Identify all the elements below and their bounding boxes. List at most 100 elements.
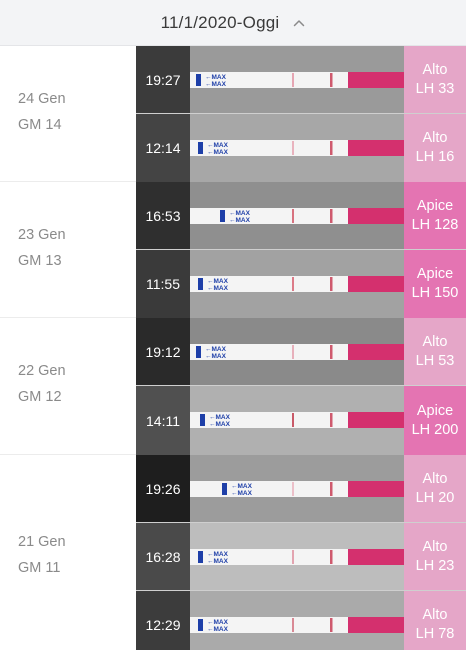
test-entry-row[interactable]: 12:14 ←MAX ←MAX Alto LH 16 — [136, 114, 466, 183]
lh-level: Alto — [422, 130, 448, 147]
lh-value: LH 33 — [415, 81, 455, 98]
test-line — [292, 345, 294, 360]
test-line — [292, 413, 294, 428]
strip-max-text: ←MAX — [207, 626, 229, 633]
test-entry-row[interactable]: 11:55 ←MAX ←MAX Apice LH 150 — [136, 250, 466, 319]
lh-level: Alto — [422, 606, 448, 623]
control-line — [330, 345, 333, 360]
lh-value: LH 200 — [411, 421, 459, 438]
test-line — [292, 481, 294, 496]
test-entry-row[interactable]: 16:53 ←MAX ←MAX Apice LH 128 — [136, 182, 466, 251]
lh-result: Alto LH 23 — [404, 522, 466, 591]
test-time: 11:55 — [136, 250, 190, 319]
day-group[interactable]: 21 Gen GM 11 19:26 ←MAX ←MAX Alto LH 20 16:28 ←M… — [0, 454, 466, 650]
date-range-header[interactable]: 11/1/2020-Oggi — [0, 0, 466, 46]
lh-value: LH 20 — [415, 489, 455, 506]
test-time: 12:29 — [136, 590, 190, 650]
test-entry-row[interactable]: 12:29 ←MAX ←MAX Alto LH 78 — [136, 590, 466, 650]
test-entry-row[interactable]: 19:27 ←MAX ←MAX Alto LH 33 — [136, 46, 466, 115]
strip-pink-handle — [348, 616, 404, 633]
test-strip-photo[interactable]: ←MAX ←MAX — [190, 522, 404, 591]
lh-value: LH 78 — [415, 625, 455, 642]
test-strip-photo[interactable]: ←MAX ←MAX — [190, 46, 404, 115]
lh-result: Alto LH 20 — [404, 454, 466, 523]
strip-pink-handle — [348, 344, 404, 361]
strip-pink-handle — [348, 276, 404, 293]
test-strip-photo[interactable]: ←MAX ←MAX — [190, 454, 404, 523]
test-strip-graphic: ←MAX←MAX — [190, 616, 404, 633]
strip-max-text: ←MAX — [207, 142, 229, 149]
strip-max-text: ←MAX — [207, 149, 229, 156]
test-time: 16:53 — [136, 182, 190, 251]
test-strip-graphic: ←MAX←MAX — [190, 140, 404, 157]
strip-blue-mark — [220, 210, 225, 223]
lh-value: LH 53 — [415, 353, 455, 370]
test-entry-row[interactable]: 16:28 ←MAX ←MAX Alto LH 23 — [136, 522, 466, 591]
lh-value: LH 23 — [415, 557, 455, 574]
test-line — [292, 209, 294, 224]
test-strip-photo[interactable]: ←MAX ←MAX — [190, 182, 404, 251]
test-strip-photo[interactable]: ←MAX ←MAX — [190, 114, 404, 183]
lh-value: LH 128 — [411, 217, 459, 234]
day-group[interactable]: 24 Gen GM 14 19:27 ←MAX ←MAX Alto LH 33 12:14 ←M… — [0, 46, 466, 183]
lh-result: Apice LH 128 — [404, 182, 466, 251]
lh-level: Apice — [416, 198, 454, 215]
test-strip-graphic: ←MAX←MAX — [190, 344, 404, 361]
test-strip-photo[interactable]: ←MAX ←MAX — [190, 318, 404, 387]
strip-pink-handle — [348, 140, 404, 157]
strip-max-text: ←MAX — [205, 81, 227, 88]
strip-max-text: ←MAX — [207, 558, 229, 565]
day-date: 21 Gen — [18, 533, 66, 550]
strip-max-text: ←MAX — [207, 278, 229, 285]
lh-value: LH 16 — [415, 149, 455, 166]
test-strip-photo[interactable]: ←MAX ←MAX — [190, 386, 404, 455]
strip-max-text: ←MAX — [205, 74, 227, 81]
lh-result: Apice LH 200 — [404, 386, 466, 455]
strip-pink-handle — [348, 208, 404, 225]
test-line — [292, 617, 294, 632]
test-strip-graphic: ←MAX←MAX — [190, 276, 404, 293]
lh-level: Alto — [422, 334, 448, 351]
test-strip-graphic: ←MAX←MAX — [190, 72, 404, 88]
control-line — [330, 73, 333, 87]
lh-level: Alto — [422, 538, 448, 555]
lh-result: Alto LH 78 — [404, 590, 466, 650]
test-line — [292, 73, 294, 87]
test-time: 19:27 — [136, 46, 190, 115]
test-entry-row[interactable]: 14:11 ←MAX ←MAX Apice LH 200 — [136, 386, 466, 455]
control-line — [330, 481, 333, 496]
date-range-label: 11/1/2020-Oggi — [160, 12, 280, 32]
day-date: 22 Gen — [18, 363, 66, 380]
day-group[interactable]: 23 Gen GM 13 16:53 ←MAX ←MAX Apice LH 128 11:55… — [0, 182, 466, 319]
strip-max-text: ←MAX — [229, 210, 251, 217]
strip-max-text: ←MAX — [207, 619, 229, 626]
test-time: 12:14 — [136, 114, 190, 183]
strip-max-text: ←MAX — [205, 346, 227, 353]
strip-blue-mark — [198, 278, 203, 291]
strip-pink-handle — [348, 548, 404, 565]
strip-pink-handle — [348, 480, 404, 497]
chevron-up-icon[interactable] — [293, 17, 305, 29]
test-entry-row[interactable]: 19:12 ←MAX ←MAX Alto LH 53 — [136, 318, 466, 387]
test-strip-photo[interactable]: ←MAX ←MAX — [190, 590, 404, 650]
test-strip-graphic: ←MAX←MAX — [190, 548, 404, 565]
lh-result: Alto LH 16 — [404, 114, 466, 183]
strip-blue-mark — [198, 550, 203, 563]
test-entry-row[interactable]: 19:26 ←MAX ←MAX Alto LH 20 — [136, 454, 466, 523]
strip-pink-handle — [348, 72, 404, 88]
day-date: 24 Gen — [18, 91, 66, 108]
lh-level: Alto — [422, 62, 448, 79]
control-line — [330, 209, 333, 224]
test-strip-photo[interactable]: ←MAX ←MAX — [190, 250, 404, 319]
cycle-day: GM 11 — [18, 559, 61, 576]
lh-value: LH 150 — [411, 285, 459, 302]
control-line — [330, 141, 333, 156]
day-group[interactable]: 22 Gen GM 12 19:12 ←MAX ←MAX Alto LH 53 14:11 ←M… — [0, 318, 466, 455]
lh-result: Apice LH 150 — [404, 250, 466, 319]
test-strip-graphic: ←MAX←MAX — [190, 480, 404, 497]
strip-max-text: ←MAX — [231, 483, 253, 490]
test-strip-graphic: ←MAX←MAX — [190, 208, 404, 225]
test-time: 19:12 — [136, 318, 190, 387]
cycle-day: GM 12 — [18, 389, 62, 406]
cycle-day: GM 14 — [18, 117, 62, 134]
